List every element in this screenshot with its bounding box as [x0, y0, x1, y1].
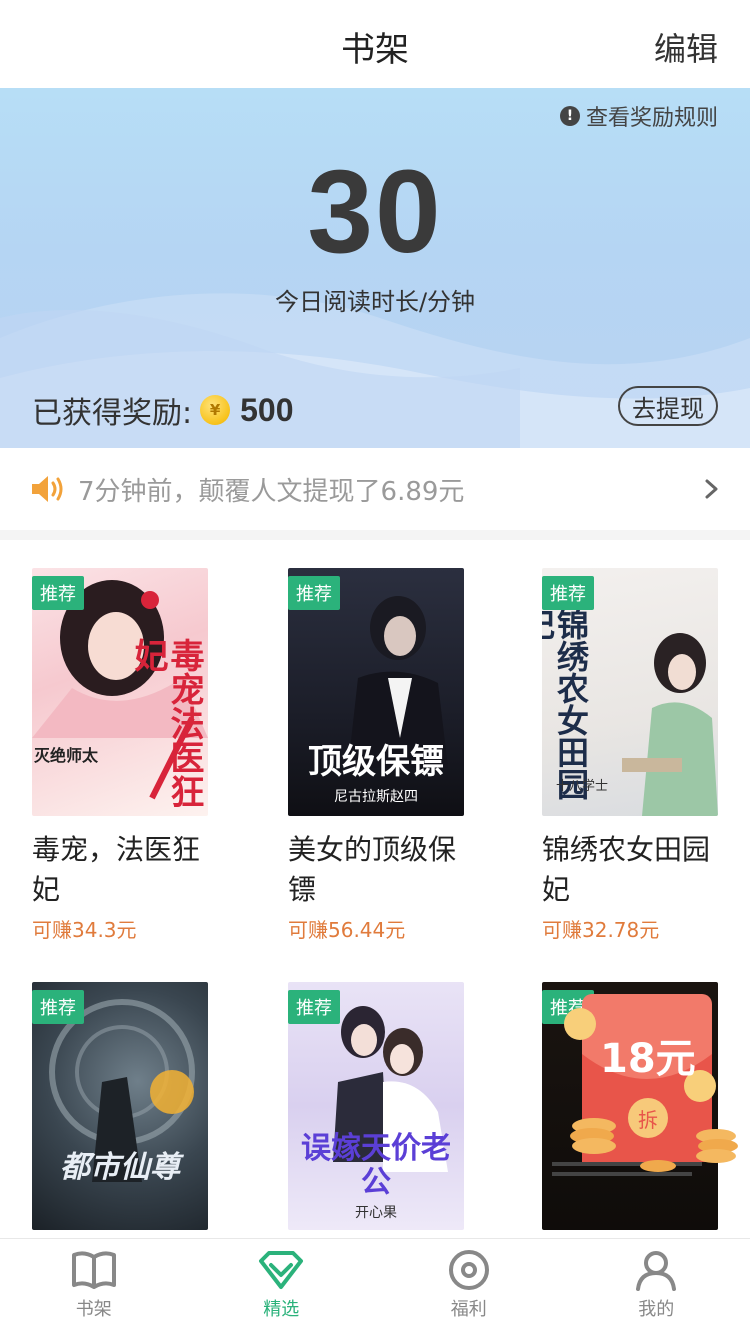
withdraw-button[interactable]: 去提现 — [618, 386, 718, 426]
tab-label: 精选 — [263, 1299, 300, 1320]
book-card[interactable]: 毒宠法医狂妃 灭绝师太 推荐 毒宠，法医狂妃 可赚34.3元 — [32, 568, 208, 943]
book-cover: 顶级保镖 尼古拉斯赵四 推荐 — [288, 568, 464, 816]
book-cover: 毒宠法医狂妃 灭绝师太 推荐 — [32, 568, 208, 816]
recommend-badge: 推荐 — [542, 576, 594, 610]
cover-author-text: 十八学士 — [556, 779, 609, 794]
book-cover: 误嫁天价老公 开心果 推荐 — [288, 982, 464, 1230]
book-cover: 锦绣农女田园妃 十八学士 推荐 — [542, 568, 718, 816]
recommend-badge: 推荐 — [32, 576, 84, 610]
person-icon — [636, 1251, 677, 1291]
diamond-heart-icon — [259, 1251, 304, 1289]
info-icon: ! — [559, 106, 580, 126]
chevron-right-icon — [705, 479, 718, 499]
cover-title-text: 都市仙尊 — [60, 1150, 180, 1185]
red-envelope-art — [564, 994, 738, 1172]
edit-button[interactable]: 编辑 — [654, 24, 718, 70]
recommend-badge: 推荐 — [288, 576, 340, 610]
coin-ring-icon — [448, 1250, 489, 1290]
tab-bookshelf[interactable]: 书架 — [0, 1239, 188, 1334]
reading-minutes-label: 今日阅读时长/分钟 — [274, 288, 476, 316]
tab-label: 福利 — [450, 1299, 487, 1320]
cover-title-text: 顶级保镖 — [308, 742, 444, 782]
earned-label: 已获得奖励: — [32, 396, 193, 431]
cover-title-text: 误嫁天价老公 — [301, 1131, 451, 1200]
promo-amount: 18元 — [600, 1036, 696, 1082]
book-card[interactable]: 锦绣农女田园妃 十八学士 推荐 锦绣农女田园妃 可赚32.78元 — [542, 568, 718, 943]
rules-label: 查看奖励规则 — [585, 106, 718, 131]
book-cover: 都市仙尊 推荐 — [32, 982, 208, 1230]
speaker-icon — [32, 476, 63, 502]
tab-label: 书架 — [75, 1299, 112, 1320]
earned-reward: 已获得奖励: ¥ 500 — [32, 388, 294, 432]
cover-title-text: 毒宠法医狂妃 — [128, 638, 204, 808]
red-envelope-promo[interactable]: 18元 拆 — [560, 994, 750, 1174]
book-card[interactable]: 都市仙尊 推荐 — [32, 982, 208, 1244]
page-title: 书架 — [341, 30, 409, 70]
recommend-badge: 推荐 — [288, 990, 340, 1024]
cover-author-text: 尼古拉斯赵四 — [334, 789, 418, 805]
withdraw-notice[interactable]: 7分钟前，颠覆人文提现了6.89元 — [0, 448, 750, 530]
tab-welfare[interactable]: 福利 — [375, 1239, 563, 1334]
notice-text: 7分钟前，颠覆人文提现了6.89元 — [78, 476, 465, 507]
tab-label: 我的 — [638, 1299, 675, 1320]
section-divider — [0, 530, 750, 540]
book-earn: 可赚32.78元 — [542, 918, 660, 942]
reading-reward-panel: ! 查看奖励规则 30 今日阅读时长/分钟 已获得奖励: ¥ 500 去提现 — [0, 88, 750, 448]
recommend-badge: 推荐 — [32, 990, 84, 1024]
book-title: 锦绣农女田园妃 — [542, 833, 711, 906]
cover-author-text: 开心果 — [355, 1205, 397, 1221]
bottom-tab-bar: 书架 精选 福利 我的 — [0, 1238, 750, 1334]
book-icon — [71, 1251, 116, 1289]
tab-mine[interactable]: 我的 — [563, 1239, 750, 1334]
book-card[interactable]: 误嫁天价老公 开心果 推荐 — [288, 982, 464, 1244]
book-earn: 可赚34.3元 — [32, 918, 137, 942]
book-title: 美女的顶级保镖 — [288, 833, 457, 906]
coin-icon: ¥ — [200, 395, 231, 425]
reading-minutes: 30 — [307, 146, 443, 278]
book-card[interactable]: 顶级保镖 尼古拉斯赵四 推荐 美女的顶级保镖 可赚56.44元 — [288, 568, 464, 943]
coin-amount: 500 — [240, 391, 294, 428]
view-reward-rules-link[interactable]: ! 查看奖励规则 — [559, 100, 718, 132]
top-bar: 书架 编辑 — [0, 0, 750, 88]
cover-author-text: 灭绝师太 — [34, 746, 99, 765]
book-earn: 可赚56.44元 — [288, 918, 406, 942]
book-title: 毒宠，法医狂妃 — [32, 833, 201, 906]
tab-featured[interactable]: 精选 — [188, 1239, 376, 1334]
open-envelope-button[interactable]: 拆 — [628, 1098, 668, 1138]
